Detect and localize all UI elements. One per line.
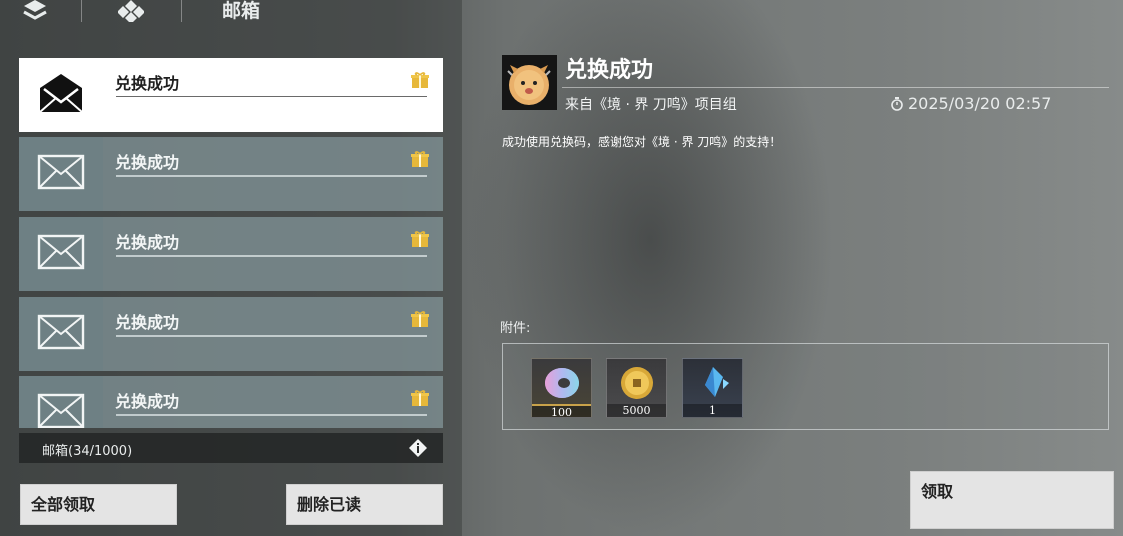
mail-body: 成功使用兑换码，感谢您对《境 · 界 刀鸣》的支持！ [502, 135, 782, 149]
envelope-icon [37, 393, 85, 428]
detail-divider [562, 87, 1109, 88]
envelope-icon [37, 314, 85, 354]
gift-icon [411, 390, 429, 406]
envelope-icon [37, 154, 85, 194]
mail-timestamp: 2025/03/20 02:57 [890, 94, 1051, 113]
top-divider [181, 0, 182, 22]
mail-divider [116, 255, 427, 257]
top-bar: 邮箱 [0, 0, 462, 26]
mail-divider [116, 175, 427, 177]
top-divider [81, 0, 82, 22]
mail-icon-box [19, 58, 103, 132]
mail-item[interactable]: 兑换成功 [19, 376, 443, 428]
mail-icon-box [19, 297, 103, 371]
mail-sender: 来自《境 · 界 刀鸣》项目组 [565, 97, 737, 113]
mail-count-bar: 邮箱(34/1000) [19, 433, 443, 463]
mail-title: 兑换成功 [115, 392, 180, 411]
mail-item[interactable]: 兑换成功 [19, 297, 443, 371]
mail-detail-title: 兑换成功 [565, 58, 654, 83]
mail-item[interactable]: 兑换成功 [19, 217, 443, 291]
opened-envelope-icon [37, 72, 85, 118]
clock-icon [891, 96, 903, 111]
mail-title: 兑换成功 [115, 233, 180, 252]
delete-read-button[interactable]: 删除已读 [286, 484, 443, 525]
mail-count: 邮箱(34/1000) [42, 444, 133, 459]
back-icon[interactable] [22, 0, 48, 27]
mail-title: 兑换成功 [115, 153, 180, 172]
attachments-label: 附件: [500, 321, 531, 336]
mail-icon-box [19, 217, 103, 291]
gold-coin-icon [621, 367, 653, 399]
attachment-qty: 1 [683, 404, 742, 417]
mail-divider [116, 96, 427, 97]
ring-currency-icon [545, 368, 579, 398]
attachment-item[interactable]: 5000 [606, 358, 667, 418]
attachment-item[interactable]: 1 [682, 358, 743, 418]
page-title: 邮箱 [222, 0, 261, 22]
envelope-icon [37, 234, 85, 274]
mail-title: 兑换成功 [115, 313, 180, 332]
mail-item[interactable]: 兑换成功 [19, 58, 443, 132]
gift-icon [411, 151, 429, 167]
mail-title: 兑换成功 [115, 74, 180, 93]
attachment-item[interactable]: 100 [531, 358, 592, 419]
blue-crystal-icon [705, 367, 729, 397]
attachment-qty: 100 [532, 404, 591, 419]
info-icon[interactable] [409, 439, 427, 457]
gift-icon [411, 231, 429, 247]
claim-all-button[interactable]: 全部领取 [20, 484, 177, 525]
gift-icon [411, 72, 429, 88]
mail-item[interactable]: 兑换成功 [19, 137, 443, 211]
mail-list: 兑换成功 兑换成功 兑换成功 兑换成功 兑换成功 [19, 58, 443, 428]
mail-icon-box [19, 137, 103, 211]
mail-time-text: 2025/03/20 02:57 [908, 94, 1052, 113]
menu-diamond-icon[interactable] [117, 0, 145, 29]
gift-icon [411, 311, 429, 327]
sender-avatar [502, 55, 557, 110]
mail-divider [116, 414, 427, 416]
attachments-box: 100 5000 1 [502, 343, 1109, 430]
mail-divider [116, 335, 427, 337]
attachment-qty: 5000 [607, 404, 666, 417]
claim-button[interactable]: 领取 [910, 471, 1114, 529]
mail-icon-box [19, 376, 103, 428]
